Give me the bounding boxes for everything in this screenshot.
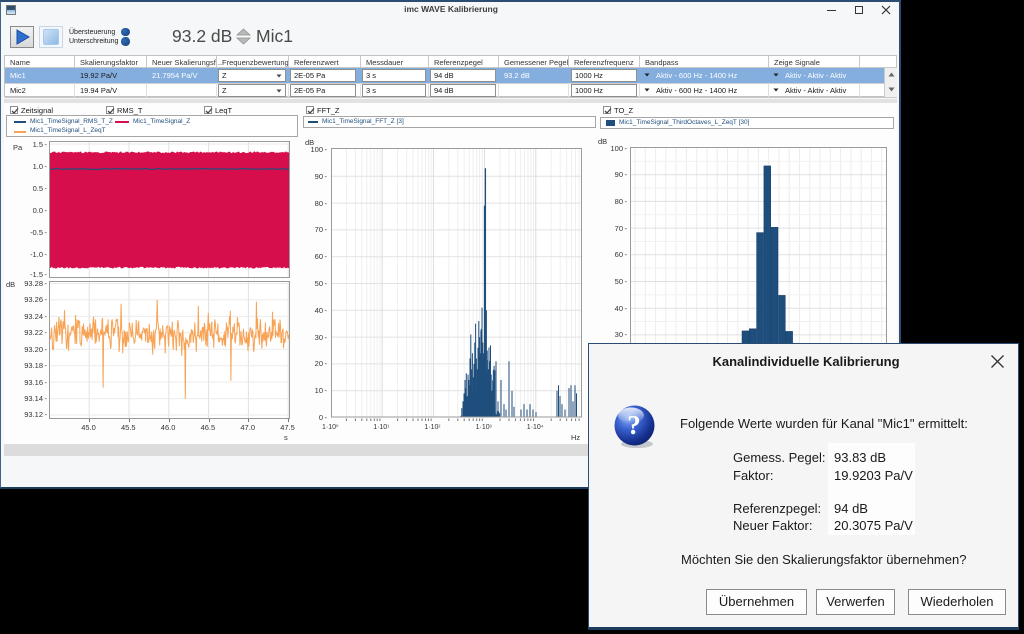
svg-text:?: ? xyxy=(627,410,641,440)
